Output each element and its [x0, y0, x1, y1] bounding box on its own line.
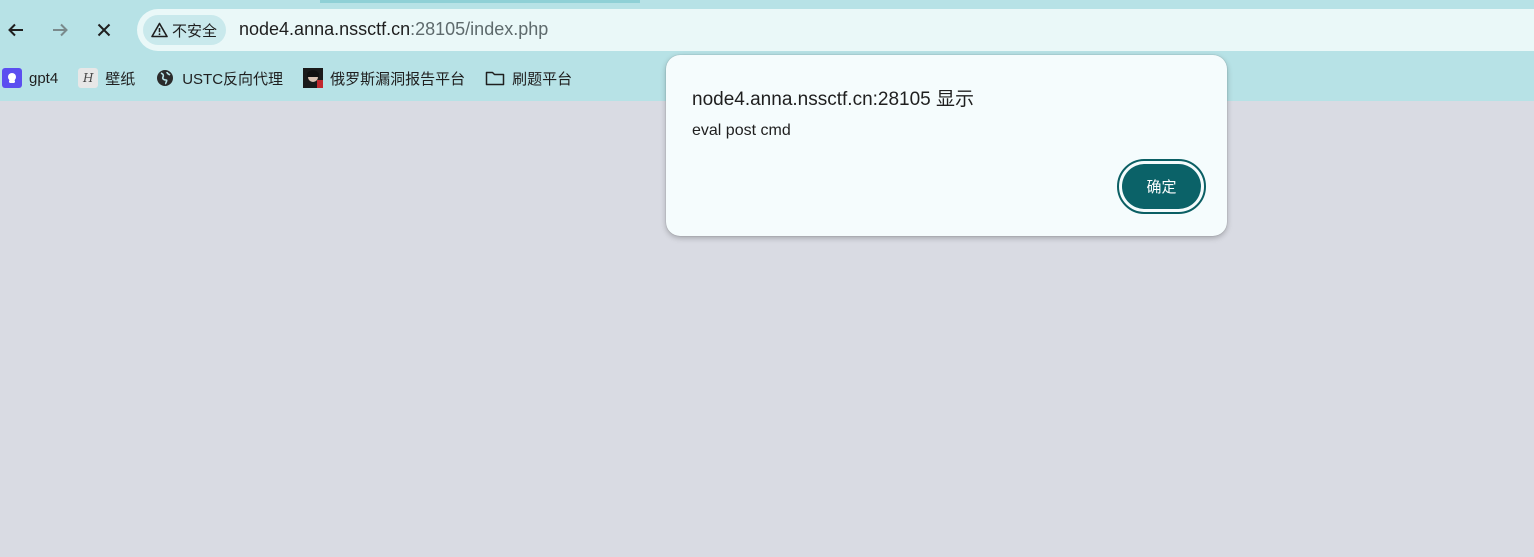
gpt-icon [2, 68, 22, 88]
dialog-title: node4.anna.nssctf.cn:28105 显示 [692, 89, 975, 110]
tab-strip [0, 0, 1534, 3]
stop-button[interactable] [88, 14, 120, 46]
active-tab-indicator[interactable] [320, 0, 640, 3]
url-text[interactable]: node4.anna.nssctf.cn:28105/index.php [239, 19, 548, 40]
forward-arrow-icon [53, 23, 68, 37]
folder-icon [485, 68, 505, 88]
bookmark-ru-vuln[interactable]: 俄罗斯漏洞报告平台 [301, 64, 473, 92]
close-icon [97, 23, 111, 37]
wallpaper-icon: H [78, 68, 99, 88]
dialog-message: eval post cmd [692, 122, 791, 139]
url-path: :28105/index.php [410, 19, 549, 39]
warning-icon [150, 21, 168, 39]
bookmark-label: 刷题平台 [512, 70, 573, 88]
bookmark-label: 俄罗斯漏洞报告平台 [330, 70, 466, 88]
bookmark-ustc[interactable]: USTC反向代理 [153, 64, 291, 92]
back-button[interactable] [0, 14, 32, 46]
avatar-icon [303, 68, 324, 88]
security-label: 不安全 [172, 22, 218, 40]
toolbar: 不安全 node4.anna.nssctf.cn:28105/index.php [0, 8, 1534, 52]
ok-button-label: 确定 [1122, 164, 1201, 209]
forward-button[interactable] [44, 14, 76, 46]
bookmark-label: USTC反向代理 [182, 70, 284, 88]
bookmark-label: gpt4 [29, 69, 59, 87]
address-bar[interactable]: 不安全 node4.anna.nssctf.cn:28105/index.php [137, 9, 1534, 51]
back-arrow-icon [8, 23, 23, 37]
security-chip[interactable]: 不安全 [143, 15, 227, 45]
ok-button[interactable]: 确定 [1117, 159, 1206, 214]
bookmark-wallpaper[interactable]: H 壁纸 [76, 64, 143, 92]
bookmark-gpt4[interactable]: gpt4 [0, 64, 66, 92]
globe-icon [155, 68, 175, 88]
bookmark-label: 壁纸 [105, 70, 136, 88]
bookmark-folder-practice[interactable]: 刷题平台 [483, 64, 580, 92]
alert-dialog: node4.anna.nssctf.cn:28105 显示 eval post … [666, 55, 1227, 236]
url-host: node4.anna.nssctf.cn [239, 19, 411, 39]
